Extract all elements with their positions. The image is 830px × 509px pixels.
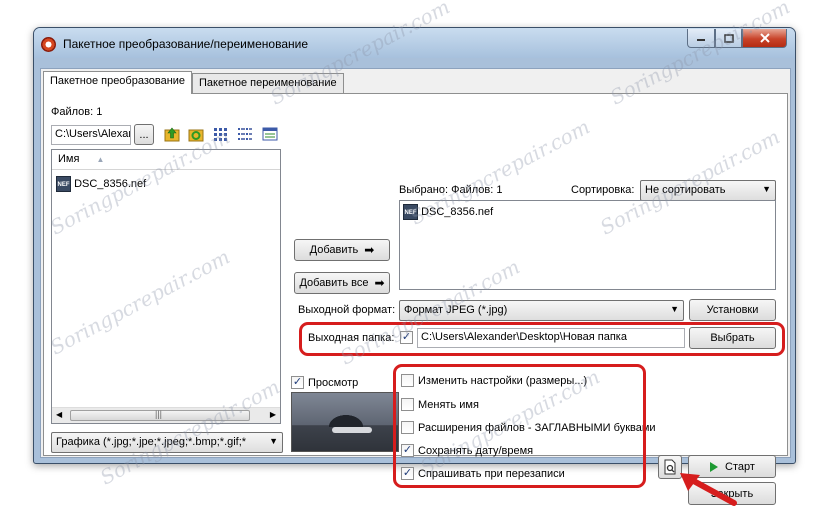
arrow-right-icon: ➡ (374, 276, 385, 290)
arrow-right-icon: ➡ (364, 243, 375, 257)
add-all-button-label: Добавить все (299, 277, 369, 289)
preview-label: Просмотр (308, 376, 359, 389)
list-item[interactable]: NEF DSC_8356.nef (403, 204, 493, 220)
thumbnails-view-icon[interactable] (213, 126, 229, 142)
list-item[interactable]: NEF DSC_8356.nef (56, 176, 146, 192)
filter-value: Графика (*.jpg;*.jpe;*.jpeg;*.bmp;*.gif;… (56, 436, 247, 448)
close-icon (759, 33, 770, 43)
options-highlight (393, 364, 646, 488)
batch-window: Пакетное преобразование/переименование П… (33, 27, 796, 506)
preview-toggle[interactable]: ✓ Просмотр (291, 376, 358, 389)
scroll-thumb[interactable]: ||| (70, 409, 250, 421)
list-view-icon[interactable] (237, 126, 253, 142)
add-button-label: Добавить (309, 244, 359, 256)
scroll-left-icon[interactable]: ◀ (56, 410, 62, 419)
folder-up-icon[interactable] (164, 126, 180, 142)
client-area: Пакетное преобразование Пакетное переиме… (40, 68, 791, 506)
title-bar: Пакетное преобразование/переименование (34, 28, 795, 58)
source-path-input[interactable]: C:\Users\Alexar (51, 125, 131, 145)
nef-file-icon: NEF (56, 176, 71, 192)
add-all-button[interactable]: Добавить все ➡ (294, 272, 390, 294)
window-title: Пакетное преобразование/переименование (63, 37, 309, 51)
files-count-label: Файлов: 1 (51, 106, 103, 118)
dropdown-arrow-icon: ▼ (670, 304, 679, 314)
close-window-button[interactable] (742, 29, 787, 48)
add-button[interactable]: Добавить ➡ (294, 239, 390, 261)
sort-value: Не сортировать (645, 184, 726, 196)
preview-image (291, 392, 399, 452)
sort-label: Сортировка: (571, 184, 635, 196)
preview-trees (326, 413, 366, 427)
scroll-right-icon[interactable]: ▶ (270, 410, 276, 419)
minimize-icon (697, 39, 705, 41)
settings-button[interactable]: Установки (689, 299, 776, 321)
file-name: DSC_8356.nef (74, 177, 147, 190)
pointer-arrow-icon (680, 473, 737, 506)
nef-file-icon: NEF (403, 204, 418, 220)
grip-icon: ||| (155, 409, 163, 419)
output-format-combo[interactable]: Формат JPEG (*.jpg) ▼ (399, 300, 684, 321)
preview-checkbox[interactable]: ✓ (291, 376, 304, 389)
preview-snow (332, 427, 372, 433)
tab-strip: Пакетное преобразование Пакетное переиме… (41, 69, 790, 94)
selected-count-label: Выбрано: Файлов: 1 (399, 184, 503, 196)
horizontal-scrollbar[interactable]: ◀ ||| ▶ (52, 407, 280, 423)
sort-ascending-icon: ▲ (96, 155, 105, 164)
details-view-icon[interactable] (262, 126, 278, 142)
tab-batch-convert[interactable]: Пакетное преобразование (43, 71, 193, 94)
selected-file-list[interactable]: NEF DSC_8356.nef (399, 200, 776, 290)
refresh-folder-icon[interactable] (188, 126, 204, 142)
file-name: DSC_8356.nef (421, 205, 494, 218)
maximize-button[interactable] (715, 29, 742, 48)
tab-batch-rename[interactable]: Пакетное переименование (192, 73, 344, 93)
dropdown-arrow-icon: ▼ (269, 436, 278, 446)
file-filter-combo[interactable]: Графика (*.jpg;*.jpe;*.jpeg;*.bmp;*.gif;… (51, 432, 283, 453)
browse-source-button[interactable]: ... (134, 124, 154, 145)
output-format-value: Формат JPEG (*.jpg) (404, 304, 508, 316)
output-format-label: Выходной формат: (298, 304, 396, 316)
dropdown-arrow-icon: ▼ (762, 184, 771, 194)
name-column-header[interactable]: Имя ▲ (52, 150, 280, 170)
page-magnifier-icon (664, 459, 676, 475)
minimize-button[interactable] (687, 29, 715, 48)
sort-combo[interactable]: Не сортировать ▼ (640, 180, 776, 201)
maximize-icon (723, 33, 734, 43)
source-file-list[interactable]: Имя ▲ NEF DSC_8356.nef ◀ ||| ▶ (51, 149, 281, 424)
name-column-label: Имя (58, 153, 80, 165)
app-icon (41, 37, 56, 52)
tab-page-convert: Файлов: 1 C:\Users\Alexar ... Имя ▲ NEF … (43, 93, 788, 506)
output-folder-highlight (299, 322, 785, 356)
